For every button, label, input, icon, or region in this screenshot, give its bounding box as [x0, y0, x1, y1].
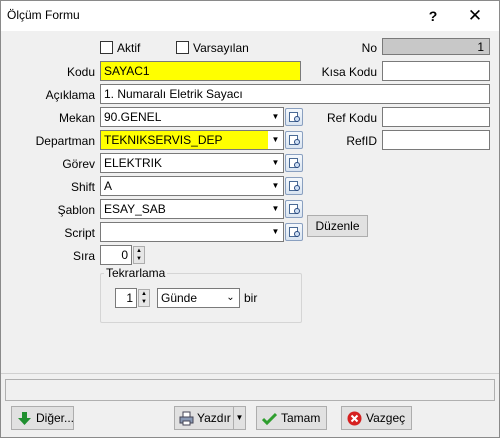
chevron-down-icon[interactable]: ▼ [268, 108, 283, 126]
diger-button[interactable]: Diğer... [11, 406, 74, 430]
tekrar-unit-label: bir [244, 291, 258, 305]
kisa-kod-label: Kısa Kodu [321, 65, 377, 79]
yazdir-label: Yazdır [197, 411, 231, 425]
diger-label: Diğer... [36, 411, 75, 425]
aciklama-input[interactable]: 1. Numaralı Eletrik Sayacı [100, 84, 490, 104]
olcum-form-window: Ölçüm Formu ? ✕ Aktif Varsayılan No 1 Ko… [0, 0, 500, 438]
chevron-down-icon[interactable]: ▼ [268, 154, 283, 172]
chevron-down-icon[interactable]: ⌄ [223, 289, 238, 307]
shift-combo[interactable]: A ▼ [100, 176, 284, 196]
gorev-value: ELEKTRIK [100, 153, 284, 173]
kisa-kod-input[interactable] [382, 61, 490, 81]
no-label: No [361, 41, 377, 55]
shift-label: Shift [70, 180, 95, 194]
script-value [100, 222, 284, 242]
divider [1, 373, 499, 374]
sira-label: Sıra [72, 249, 95, 263]
gorev-lookup-icon[interactable] [285, 154, 303, 172]
down-arrow-icon [18, 412, 31, 425]
sablon-combo[interactable]: ESAY_SAB ▼ [100, 199, 284, 219]
cancel-icon [347, 411, 362, 426]
shift-lookup-icon[interactable] [285, 177, 303, 195]
departman-combo[interactable]: TEKNIKSERVIS_DEP ▼ [100, 130, 284, 150]
sablon-lookup-icon[interactable] [285, 200, 303, 218]
tekrarlama-title: Tekrarlama [104, 266, 168, 280]
ref-kodu-input[interactable] [382, 107, 490, 127]
window-title: Ölçüm Formu [7, 8, 80, 22]
aciklama-label: Açıklama [45, 88, 95, 102]
close-button[interactable]: ✕ [453, 1, 497, 31]
title-bar: Ölçüm Formu ? ✕ [1, 1, 499, 31]
sira-spinner[interactable]: ▲ ▼ [133, 246, 145, 264]
script-lookup-icon[interactable] [285, 223, 303, 241]
duzenle-button[interactable]: Düzenle [307, 215, 368, 237]
varsayilan-checkbox[interactable] [176, 41, 189, 54]
chevron-down-icon[interactable]: ▼ [268, 131, 283, 149]
aktif-label: Aktif [117, 41, 141, 55]
departman-value: TEKNIKSERVIS_DEP [100, 130, 284, 150]
vazgec-label: Vazgeç [366, 411, 406, 425]
mekan-value: 90.GENEL [100, 107, 284, 127]
chevron-down-icon[interactable]: ▼ [268, 177, 283, 195]
ref-id-input[interactable] [382, 130, 490, 150]
ref-id-label: RefID [346, 134, 377, 148]
ref-kodu-label: Ref Kodu [326, 111, 377, 125]
sablon-value: ESAY_SAB [100, 199, 284, 219]
printer-icon [179, 411, 194, 426]
gorev-label: Görev [62, 157, 95, 171]
tekrar-period-select[interactable]: Günde ⌄ [157, 288, 240, 308]
kod-input[interactable]: SAYAC1 [100, 61, 301, 81]
shift-value: A [100, 176, 284, 196]
tekrar-count-spinner[interactable]: ▲ ▼ [138, 289, 150, 307]
varsayilan-label: Varsayılan [193, 41, 249, 55]
departman-label: Departman [35, 134, 95, 148]
chevron-down-icon[interactable]: ▼ [268, 200, 283, 218]
aktif-checkbox[interactable] [100, 41, 113, 54]
help-button[interactable]: ? [411, 1, 455, 31]
checkmark-icon [262, 412, 277, 426]
gorev-combo[interactable]: ELEKTRIK ▼ [100, 153, 284, 173]
chevron-down-icon[interactable]: ▼ [268, 223, 283, 241]
tamam-label: Tamam [281, 411, 321, 425]
tamam-button[interactable]: Tamam [256, 406, 327, 430]
sablon-label: Şablon [57, 203, 95, 217]
tekrar-count-input[interactable]: 1 [115, 288, 137, 308]
script-label: Script [64, 226, 95, 240]
no-field: 1 [382, 38, 490, 55]
script-combo[interactable]: ▼ [100, 222, 284, 242]
kod-label: Kodu [66, 65, 95, 79]
vazgec-button[interactable]: Vazgeç [341, 406, 412, 430]
sira-input[interactable]: 0 [100, 245, 132, 265]
status-bar [5, 379, 495, 401]
mekan-label: Mekan [58, 111, 95, 125]
mekan-combo[interactable]: 90.GENEL ▼ [100, 107, 284, 127]
yazdir-dropdown-button[interactable]: ▼ [233, 406, 246, 430]
yazdir-button[interactable]: Yazdır [174, 406, 234, 430]
